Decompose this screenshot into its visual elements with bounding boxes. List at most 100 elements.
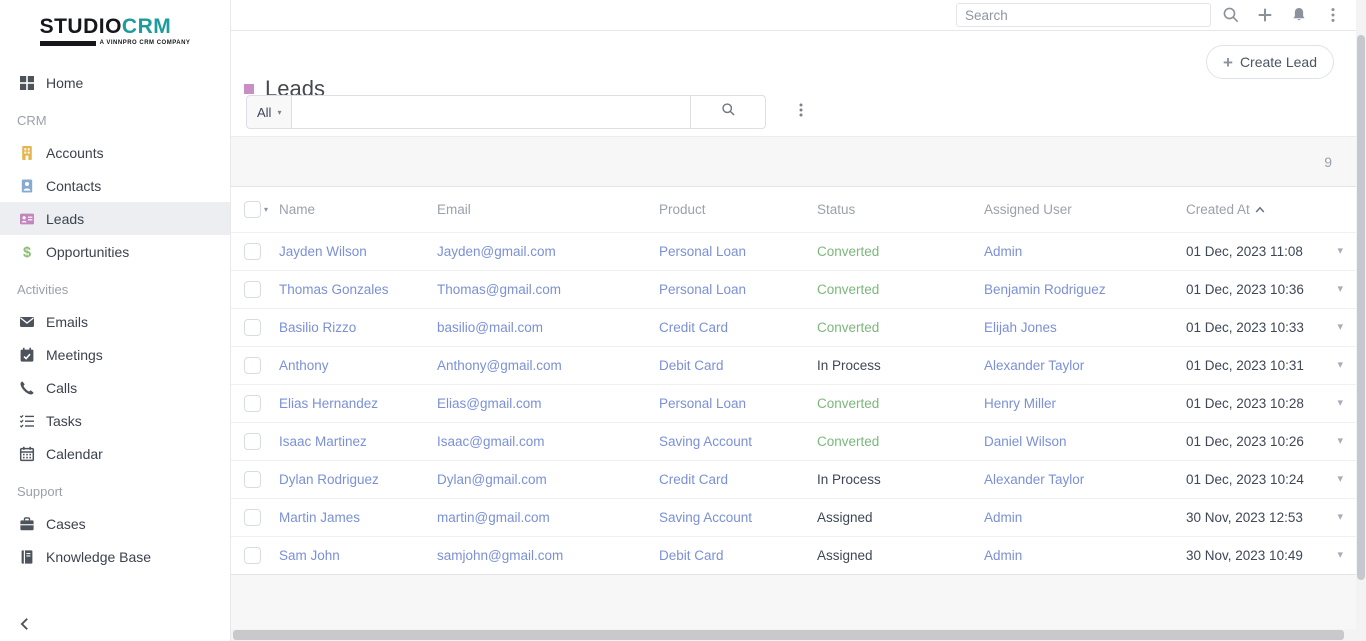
sidebar-item-meetings[interactable]: Meetings	[0, 338, 230, 371]
vertical-scrollbar-thumb[interactable]	[1357, 35, 1365, 580]
select-menu-caret-icon[interactable]: ▾	[264, 205, 268, 214]
column-header-email[interactable]: Email	[437, 202, 659, 217]
assigned-user-link[interactable]: Benjamin Rodriguez	[984, 282, 1186, 297]
sidebar-item-opportunities[interactable]: $Opportunities	[0, 235, 230, 268]
lead-product-link[interactable]: Credit Card	[659, 320, 817, 335]
column-header-assigned-user[interactable]: Assigned User	[984, 202, 1186, 217]
lead-name-link[interactable]: Anthony	[279, 358, 437, 373]
assigned-user-link[interactable]: Admin	[984, 548, 1186, 563]
row-checkbox[interactable]	[244, 395, 261, 412]
row-actions-caret-icon[interactable]: ▾	[1337, 284, 1343, 295]
column-header-product[interactable]: Product	[659, 202, 817, 217]
lead-email-link[interactable]: Anthony@gmail.com	[437, 358, 659, 373]
row-actions-caret-icon[interactable]: ▾	[1337, 436, 1343, 447]
sidebar-item-contacts[interactable]: Contacts	[0, 169, 230, 202]
notifications-button[interactable]	[1289, 6, 1308, 25]
leads-bullet-icon	[244, 84, 254, 94]
assigned-user-link[interactable]: Alexander Taylor	[984, 472, 1186, 487]
sidebar-item-cases[interactable]: Cases	[0, 507, 230, 540]
lead-product-link[interactable]: Saving Account	[659, 510, 817, 525]
sidebar-item-knowledge-base[interactable]: Knowledge Base	[0, 540, 230, 573]
assigned-user-link[interactable]: Elijah Jones	[984, 320, 1186, 335]
sidebar-item-calls[interactable]: Calls	[0, 371, 230, 404]
horizontal-scrollbar[interactable]	[231, 629, 1356, 641]
lead-product-link[interactable]: Saving Account	[659, 434, 817, 449]
row-actions-caret-icon[interactable]: ▾	[1337, 246, 1343, 257]
lead-name-link[interactable]: Sam John	[279, 548, 437, 563]
row-checkbox[interactable]	[244, 547, 261, 564]
record-count: 9	[1324, 154, 1332, 170]
lead-product-link[interactable]: Debit Card	[659, 548, 817, 563]
row-checkbox[interactable]	[244, 471, 261, 488]
sidebar-item-home[interactable]: Home	[0, 66, 230, 99]
sidebar-item-leads[interactable]: Leads	[0, 202, 230, 235]
lead-email-link[interactable]: Elias@gmail.com	[437, 396, 659, 411]
lead-name-link[interactable]: Dylan Rodriguez	[279, 472, 437, 487]
lead-status: Converted	[817, 282, 984, 297]
assigned-user-link[interactable]: Admin	[984, 510, 1186, 525]
created-at: 01 Dec, 2023 10:24	[1186, 472, 1331, 487]
list-options-button[interactable]	[793, 102, 809, 123]
column-header-name[interactable]: Name	[279, 202, 437, 217]
lead-name-link[interactable]: Thomas Gonzales	[279, 282, 437, 297]
lead-product-link[interactable]: Personal Loan	[659, 396, 817, 411]
row-checkbox[interactable]	[244, 433, 261, 450]
assigned-user-link[interactable]: Henry Miller	[984, 396, 1186, 411]
lead-product-link[interactable]: Debit Card	[659, 358, 817, 373]
row-actions-caret-icon[interactable]: ▾	[1337, 474, 1343, 485]
create-lead-button[interactable]: + Create Lead	[1206, 45, 1334, 79]
quick-create-button[interactable]	[1255, 6, 1274, 25]
search-icon	[721, 102, 736, 122]
dollar-icon: $	[19, 244, 35, 260]
row-checkbox[interactable]	[244, 243, 261, 260]
lead-email-link[interactable]: samjohn@gmail.com	[437, 548, 659, 563]
app-logo[interactable]: STUDIOCRM A VINNPRO CRM COMPANY	[40, 16, 191, 46]
list-search-button[interactable]	[691, 95, 766, 129]
lead-product-link[interactable]: Personal Loan	[659, 282, 817, 297]
column-header-created-at[interactable]: Created At	[1186, 202, 1331, 217]
chevron-down-icon: ▾	[277, 108, 281, 117]
row-actions-caret-icon[interactable]: ▾	[1337, 398, 1343, 409]
lead-name-link[interactable]: Isaac Martinez	[279, 434, 437, 449]
lead-email-link[interactable]: Jayden@gmail.com	[437, 244, 659, 259]
lead-email-link[interactable]: Isaac@gmail.com	[437, 434, 659, 449]
horizontal-scrollbar-thumb[interactable]	[233, 630, 1344, 640]
row-actions-caret-icon[interactable]: ▾	[1337, 512, 1343, 523]
lead-product-link[interactable]: Credit Card	[659, 472, 817, 487]
contact-card-icon	[19, 178, 35, 194]
sidebar-item-tasks[interactable]: Tasks	[0, 404, 230, 437]
row-checkbox[interactable]	[244, 319, 261, 336]
topbar-menu-button[interactable]	[1323, 6, 1342, 25]
row-actions-caret-icon[interactable]: ▾	[1337, 322, 1343, 333]
column-header-status[interactable]: Status	[817, 202, 984, 217]
sidebar-item-calendar[interactable]: Calendar	[0, 437, 230, 470]
assigned-user-link[interactable]: Admin	[984, 244, 1186, 259]
assigned-user-link[interactable]: Daniel Wilson	[984, 434, 1186, 449]
lead-email-link[interactable]: martin@gmail.com	[437, 510, 659, 525]
global-search-input[interactable]	[956, 3, 1211, 27]
lead-product-link[interactable]: Personal Loan	[659, 244, 817, 259]
sidebar-item-emails[interactable]: Emails	[0, 305, 230, 338]
lead-email-link[interactable]: Dylan@gmail.com	[437, 472, 659, 487]
row-checkbox[interactable]	[244, 281, 261, 298]
row-checkbox[interactable]	[244, 357, 261, 374]
lead-email-link[interactable]: basilio@mail.com	[437, 320, 659, 335]
filter-dropdown[interactable]: All ▾	[246, 95, 292, 129]
sidebar-item-accounts[interactable]: Accounts	[0, 136, 230, 169]
global-search-button[interactable]	[1221, 6, 1240, 25]
row-checkbox[interactable]	[244, 509, 261, 526]
lead-name-link[interactable]: Jayden Wilson	[279, 244, 437, 259]
phone-icon	[19, 380, 35, 396]
created-at: 01 Dec, 2023 10:31	[1186, 358, 1331, 373]
row-actions-caret-icon[interactable]: ▾	[1337, 550, 1343, 561]
select-all-checkbox[interactable]	[244, 201, 261, 218]
sidebar-collapse-button[interactable]	[18, 617, 32, 631]
lead-name-link[interactable]: Martin James	[279, 510, 437, 525]
lead-name-link[interactable]: Basilio Rizzo	[279, 320, 437, 335]
lead-email-link[interactable]: Thomas@gmail.com	[437, 282, 659, 297]
row-actions-caret-icon[interactable]: ▾	[1337, 360, 1343, 371]
vertical-scrollbar[interactable]	[1356, 0, 1366, 641]
lead-name-link[interactable]: Elias Hernandez	[279, 396, 437, 411]
assigned-user-link[interactable]: Alexander Taylor	[984, 358, 1186, 373]
list-search-input[interactable]	[292, 95, 691, 129]
